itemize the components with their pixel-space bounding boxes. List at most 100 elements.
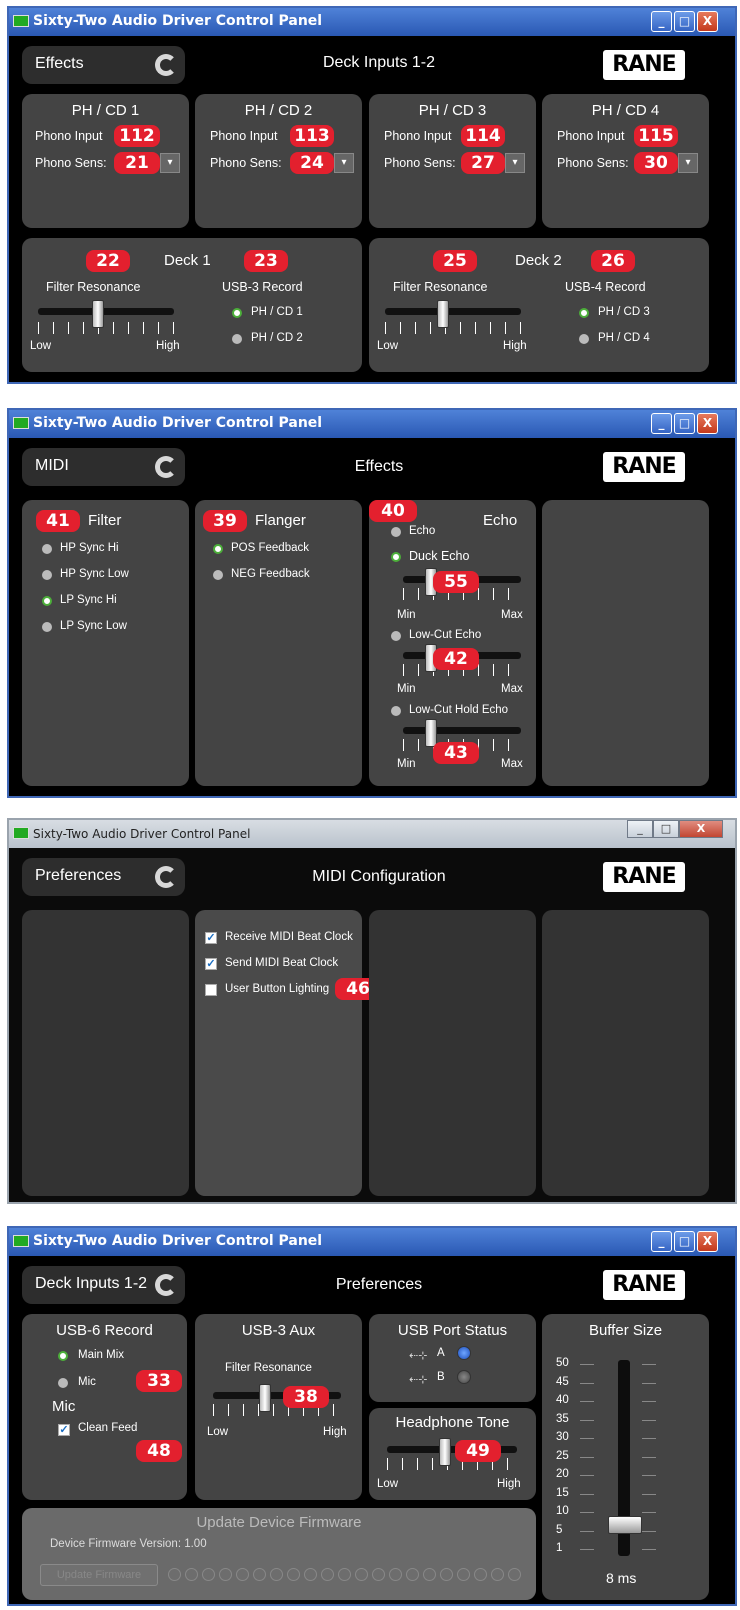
buffer-tick-label: 35	[556, 1412, 569, 1425]
buffer-tick	[642, 1401, 656, 1402]
slider-knob[interactable]	[259, 1384, 271, 1412]
title-bar: Sixty-Two Audio Driver Control Panel _ □…	[9, 8, 735, 36]
close-button[interactable]: X	[679, 820, 723, 838]
low-label: Low	[30, 340, 52, 352]
radio[interactable]	[42, 622, 52, 632]
radio[interactable]	[58, 1378, 68, 1388]
badge: 40	[369, 500, 417, 522]
minimize-button[interactable]: _	[651, 11, 672, 32]
phono-sens-dropdown[interactable]: ▾	[160, 153, 180, 173]
radio[interactable]	[579, 334, 589, 344]
flanger-title: Flanger	[255, 512, 306, 529]
minimize-button[interactable]: _	[651, 413, 672, 434]
refresh-icon	[155, 456, 177, 478]
radio[interactable]	[391, 706, 401, 716]
min-label: Min	[397, 758, 416, 770]
buffer-tick	[580, 1512, 594, 1513]
buffer-tick	[642, 1364, 656, 1365]
checkbox-checked[interactable]: ✓	[205, 932, 217, 944]
checkbox-checked[interactable]: ✓	[58, 1424, 70, 1436]
usb-icon: ⇠⊹	[409, 1374, 428, 1386]
update-firmware-button[interactable]: Update Firmware	[40, 1564, 158, 1586]
high-label: High	[323, 1426, 347, 1438]
high-label: High	[497, 1478, 521, 1490]
usb-port-status-panel: USB Port Status ⇠⊹ A ⇠⊹ B	[369, 1314, 536, 1402]
radio-selected[interactable]	[42, 596, 52, 606]
radio-selected[interactable]	[232, 308, 242, 318]
buffer-value: 8 ms	[606, 1570, 637, 1586]
badge: 27	[461, 152, 505, 174]
radio-selected[interactable]	[579, 308, 589, 318]
radio[interactable]	[232, 334, 242, 344]
slider-track	[403, 727, 521, 734]
badge: 49	[455, 1440, 501, 1462]
progress-dot	[389, 1568, 402, 1581]
checkbox-label: Send MIDI Beat Clock	[225, 957, 339, 969]
slider-knob[interactable]	[437, 300, 449, 328]
radio-selected[interactable]	[391, 552, 401, 562]
maximize-button[interactable]: □	[674, 1231, 695, 1252]
phono-sens-dropdown[interactable]: ▾	[505, 153, 525, 173]
badge: 39	[203, 510, 247, 532]
close-button[interactable]: X	[697, 413, 718, 434]
title-bar: Sixty-Two Audio Driver Control Panel _ □…	[9, 820, 735, 848]
close-button[interactable]: X	[697, 11, 718, 32]
radio-label: PH / CD 3	[598, 306, 650, 318]
buffer-tick	[642, 1382, 656, 1384]
empty-panel	[542, 910, 709, 1196]
minimize-button[interactable]: _	[627, 820, 653, 838]
deck-title: Deck 2	[515, 252, 562, 269]
checkbox-checked[interactable]: ✓	[205, 958, 217, 970]
phono-sens-dropdown[interactable]: ▾	[678, 153, 698, 173]
channel-panel-1: PH / CD 1 Phono Input 112 Phono Sens: 21…	[22, 94, 189, 228]
badge: 23	[244, 250, 288, 272]
filter-title: Filter	[88, 512, 122, 529]
nav-button-deck-inputs[interactable]: Deck Inputs 1-2	[22, 1266, 185, 1304]
max-label: Max	[501, 609, 523, 621]
maximize-button[interactable]: □	[674, 413, 695, 434]
maximize-button[interactable]: □	[653, 820, 679, 838]
phono-sens-label: Phono Sens:	[35, 156, 107, 170]
page-title: Deck Inputs 1-2	[322, 54, 436, 71]
nav-button-preferences[interactable]: Preferences	[22, 858, 185, 896]
maximize-button[interactable]: □	[674, 11, 695, 32]
progress-dot	[236, 1568, 249, 1581]
radio[interactable]	[42, 544, 52, 554]
radio[interactable]	[42, 570, 52, 580]
firmware-panel: Update Device Firmware Device Firmware V…	[22, 1508, 536, 1600]
chevron-down-icon: ▾	[341, 157, 347, 168]
channel-title: PH / CD 4	[591, 102, 660, 119]
rane-logo: RANE	[603, 452, 685, 482]
window-midi-configuration: Sixty-Two Audio Driver Control Panel _ □…	[7, 818, 737, 1204]
usb-record-label: USB-3 Record	[222, 280, 303, 294]
radio[interactable]	[213, 570, 223, 580]
minimize-button[interactable]: _	[651, 1231, 672, 1252]
nav-button-effects[interactable]: Effects	[22, 46, 185, 84]
radio[interactable]	[391, 631, 401, 641]
progress-dot	[491, 1568, 504, 1581]
empty-panel	[369, 910, 536, 1196]
filter-resonance-slider[interactable]	[38, 300, 174, 334]
radio-selected[interactable]	[213, 544, 223, 554]
close-button[interactable]: X	[697, 1231, 718, 1252]
window-title: Sixty-Two Audio Driver Control Panel	[33, 415, 323, 431]
slider-track	[38, 308, 174, 315]
checkbox[interactable]	[205, 984, 217, 996]
checkbox-label: Clean Feed	[78, 1422, 138, 1434]
phono-sens-dropdown[interactable]: ▾	[334, 153, 354, 173]
radio-selected[interactable]	[58, 1351, 68, 1361]
filter-resonance-slider[interactable]	[385, 300, 521, 334]
radio[interactable]	[391, 527, 401, 537]
slider-knob[interactable]	[92, 300, 104, 328]
nav-button-midi[interactable]: MIDI	[22, 448, 185, 486]
buffer-slider-knob[interactable]	[608, 1516, 642, 1534]
rane-logo: RANE	[603, 1270, 685, 1300]
slider-knob[interactable]	[439, 1438, 451, 1466]
buffer-tick	[580, 1419, 594, 1421]
buffer-tick-label: 10	[556, 1505, 569, 1517]
progress-dot	[287, 1568, 300, 1581]
usb-record-label: USB-4 Record	[565, 280, 646, 294]
radio-label: PH / CD 2	[251, 332, 303, 344]
flanger-panel: 39 Flanger POS Feedback NEG Feedback	[195, 500, 362, 786]
phono-input-label: Phono Input	[35, 129, 103, 143]
